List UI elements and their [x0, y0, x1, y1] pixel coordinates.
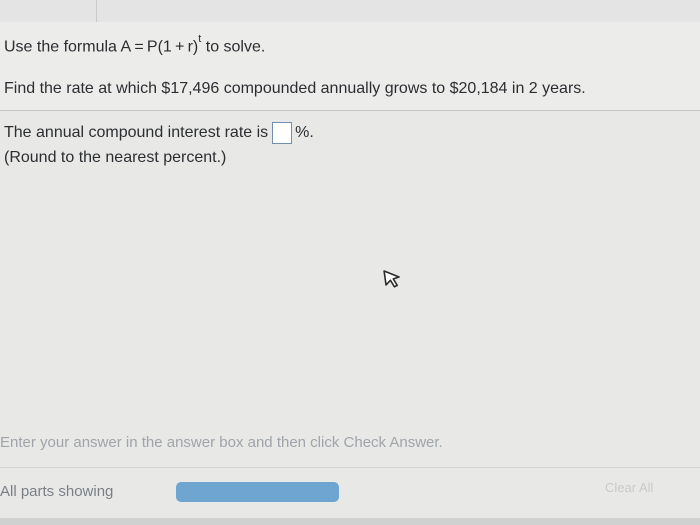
clear-all-button[interactable]: Clear All	[605, 480, 653, 495]
top-strip	[0, 0, 700, 23]
answer-instruction: Enter your answer in the answer box and …	[0, 434, 443, 451]
formula-text: Use the formula A = P(1 + r)	[4, 38, 199, 56]
check-answer-button[interactable]	[176, 482, 339, 502]
mouse-pointer-icon	[383, 270, 400, 288]
parts-status: All parts showing	[0, 483, 114, 500]
top-divider	[96, 0, 97, 22]
answer-prompt: The annual compound interest rate is	[4, 124, 269, 141]
bottom-strip	[0, 518, 700, 525]
rounding-note: (Round to the nearest percent.)	[4, 149, 227, 166]
question-panel: Use the formula A = P(1 + r)t to solve. …	[0, 22, 700, 111]
formula-exponent: t	[198, 33, 202, 45]
footer-divider	[0, 467, 700, 468]
formula-instruction: Use the formula A = P(1 + r)t to solve.	[4, 33, 266, 56]
answer-input-box[interactable]	[272, 122, 293, 144]
formula-suffix: to solve.	[201, 38, 266, 56]
answer-line: The annual compound interest rate is %.	[4, 122, 314, 144]
answer-panel: The annual compound interest rate is %. …	[0, 111, 700, 525]
answer-unit: %.	[295, 124, 314, 141]
question-task: Find the rate at which $17,496 compounde…	[4, 80, 586, 97]
